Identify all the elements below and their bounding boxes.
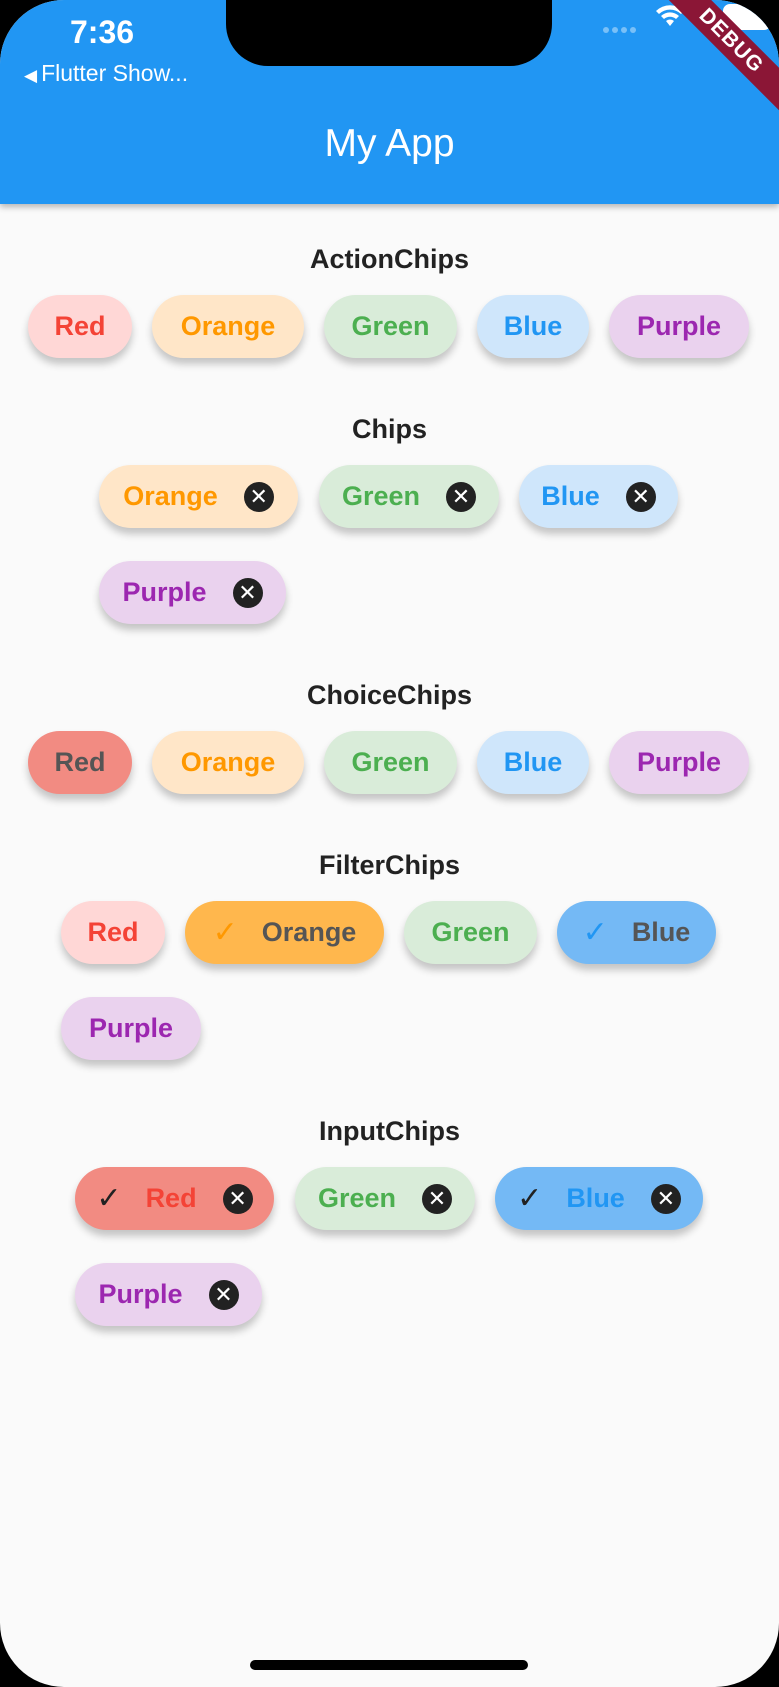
status-time: 7:36 xyxy=(70,14,135,50)
action-chip-green[interactable]: Green xyxy=(324,295,457,358)
delete-icon[interactable]: ✕ xyxy=(222,1183,253,1214)
back-to-app-link[interactable]: ◀ Flutter Show... xyxy=(24,60,188,87)
back-label: Flutter Show... xyxy=(41,60,189,86)
filter-chip-red[interactable]: Red xyxy=(61,901,165,964)
delete-icon[interactable]: ✕ xyxy=(232,577,263,608)
action-chip-orange[interactable]: Orange xyxy=(152,295,304,358)
choice-chip-red[interactable]: Red xyxy=(28,731,132,794)
device-notch xyxy=(226,0,552,66)
back-arrow-icon: ◀ xyxy=(24,66,38,85)
app-bar: 7:36 ◀ Flutter Show... DEBUG My App xyxy=(0,0,779,204)
section-title-filterchips: FilterChips xyxy=(318,850,460,880)
filter-chip-orange[interactable]: ✓ Orange xyxy=(185,901,384,964)
chip-green: Green ✕ xyxy=(319,465,499,528)
check-icon: ✓ xyxy=(582,916,608,949)
section-title-choicechips: ChoiceChips xyxy=(306,680,473,710)
delete-icon[interactable]: ✕ xyxy=(650,1183,681,1214)
action-chip-blue[interactable]: Blue xyxy=(477,295,589,358)
chip-orange: Orange ✕ xyxy=(99,465,298,528)
delete-icon[interactable]: ✕ xyxy=(446,481,477,512)
filter-chip-green[interactable]: Green xyxy=(404,901,537,964)
input-chip-red[interactable]: ✓ Red ✕ xyxy=(75,1167,274,1230)
choice-chip-green[interactable]: Green xyxy=(324,731,457,794)
delete-icon[interactable]: ✕ xyxy=(422,1183,453,1214)
action-chip-red[interactable]: Red xyxy=(28,295,132,358)
delete-icon[interactable]: ✕ xyxy=(625,481,656,512)
filter-chip-blue[interactable]: ✓ Blue xyxy=(557,901,716,964)
delete-icon[interactable]: ✕ xyxy=(243,481,274,512)
check-icon: ✓ xyxy=(212,916,238,949)
check-icon: ✓ xyxy=(96,1182,122,1215)
section-title-chips: Chips xyxy=(351,414,427,444)
choice-chip-blue[interactable]: Blue xyxy=(477,731,589,794)
section-title-actionchips: ActionChips xyxy=(310,244,469,274)
input-chip-purple[interactable]: Purple ✕ xyxy=(75,1263,262,1326)
app-title: My App xyxy=(324,122,455,165)
input-chip-green[interactable]: Green ✕ xyxy=(295,1167,475,1230)
screen: 7:36 ◀ Flutter Show... DEBUG My App Actio… xyxy=(0,0,779,1687)
filter-chip-purple[interactable]: Purple xyxy=(61,997,201,1060)
chip-blue: Blue ✕ xyxy=(519,465,678,528)
action-chip-purple[interactable]: Purple xyxy=(609,295,749,358)
cellular-signal-icon xyxy=(603,20,639,38)
chip-purple: Purple ✕ xyxy=(99,561,286,624)
choice-chip-orange[interactable]: Orange xyxy=(152,731,304,794)
home-indicator[interactable] xyxy=(250,1660,528,1670)
choice-chip-purple[interactable]: Purple xyxy=(609,731,749,794)
section-title-inputchips: InputChips xyxy=(319,1116,460,1146)
delete-icon[interactable]: ✕ xyxy=(208,1279,239,1310)
check-icon: ✓ xyxy=(517,1182,543,1215)
input-chip-blue[interactable]: ✓ Blue ✕ xyxy=(495,1167,703,1230)
